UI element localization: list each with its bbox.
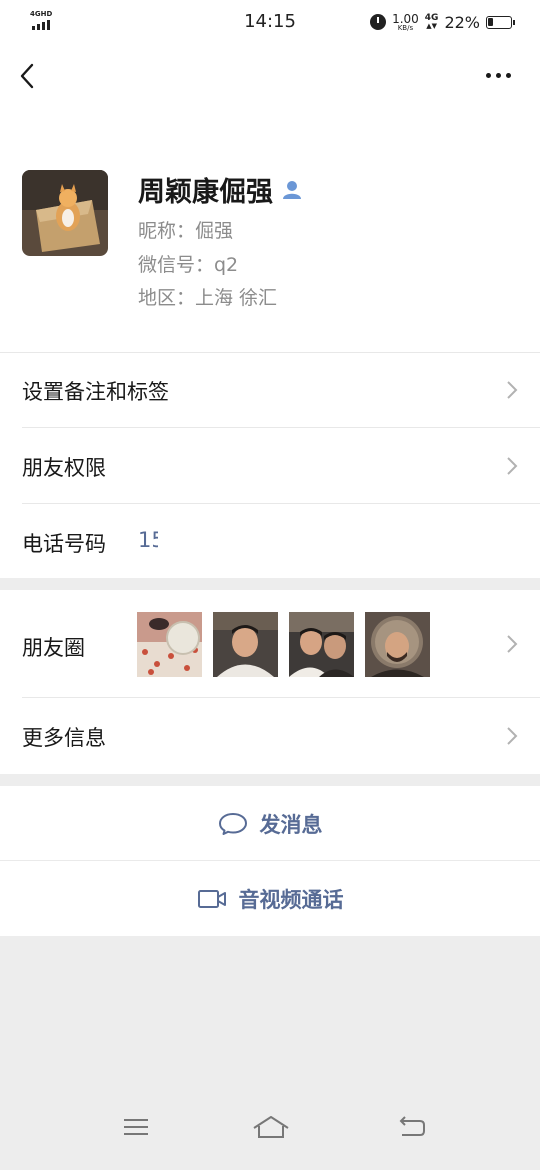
- moments-thumb: [365, 612, 430, 677]
- nickname: 昵称：倔强: [138, 220, 234, 242]
- phone-label: 电话号码: [22, 532, 106, 556]
- send-message-button[interactable]: 发消息: [0, 786, 540, 861]
- remark-tags-label: 设置备注和标签: [22, 380, 169, 404]
- return-icon[interactable]: [394, 1112, 428, 1142]
- wechat-id: 微信号：q2: [138, 254, 239, 276]
- moments-thumb: [213, 612, 278, 677]
- back-icon[interactable]: [16, 58, 44, 94]
- av-call-button[interactable]: 音视频通话: [0, 861, 540, 936]
- avatar[interactable]: [22, 170, 108, 256]
- moments-thumb: [289, 612, 354, 677]
- send-message-label: 发消息: [259, 812, 323, 837]
- profile-card: 周颖康倔强 昵称：倔强 微信号：q2 地区：上海 徐汇: [0, 108, 540, 352]
- battery-percent: 22%: [444, 12, 480, 32]
- more-info-row[interactable]: 更多信息: [0, 698, 540, 774]
- region: 地区：上海 徐汇: [138, 287, 278, 309]
- contact-name: 周颖康倔强: [138, 177, 273, 208]
- friend-permission-row[interactable]: 朋友权限: [0, 428, 540, 504]
- settings-group: 设置备注和标签 朋友权限 电话号码 15: [0, 352, 540, 578]
- chevron-right-icon: [507, 457, 518, 475]
- more-icon[interactable]: [486, 68, 516, 82]
- nav-bar: [0, 44, 540, 108]
- status-bar: 4GHD 14:15 1.00 KB/s 4G ▲▼ 22%: [0, 0, 540, 44]
- moments-group: 朋友圈 更多信息: [0, 590, 540, 774]
- mobile-data-icon: 4G ▲▼: [424, 13, 439, 30]
- home-icon[interactable]: [252, 1112, 290, 1142]
- phone-row: 电话号码 15: [0, 504, 540, 578]
- chevron-right-icon: [507, 635, 518, 653]
- network-speed: 1.00 KB/s: [392, 11, 419, 32]
- menu-icon[interactable]: [118, 1112, 152, 1142]
- alarm-icon: [370, 14, 387, 30]
- message-bubble-icon: [218, 812, 247, 835]
- contact-person-icon: [283, 180, 301, 199]
- system-nav-bar: [0, 1090, 540, 1170]
- phone-number[interactable]: 15: [138, 528, 158, 552]
- friend-permission-label: 朋友权限: [22, 456, 106, 480]
- chevron-right-icon: [507, 381, 518, 399]
- video-camera-icon: [197, 889, 226, 908]
- moments-row[interactable]: 朋友圈: [0, 590, 540, 698]
- av-call-label: 音视频通话: [238, 887, 344, 912]
- more-info-label: 更多信息: [22, 726, 106, 750]
- remark-tags-row[interactable]: 设置备注和标签: [0, 352, 540, 428]
- moments-label: 朋友圈: [22, 636, 85, 660]
- moments-thumb: [137, 612, 202, 677]
- chevron-right-icon: [507, 727, 518, 745]
- battery-icon: [486, 15, 515, 29]
